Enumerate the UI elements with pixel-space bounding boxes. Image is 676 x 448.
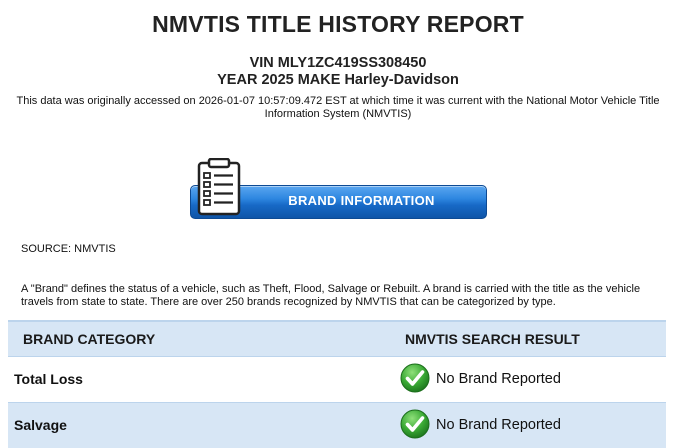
source-label: SOURCE: NMVTIS	[21, 243, 116, 255]
row-category: Total Loss	[14, 371, 83, 387]
clipboard-checklist-icon	[197, 158, 241, 216]
row-result: No Brand Reported	[436, 371, 561, 387]
brand-table-header: BRAND CATEGORY NMVTIS SEARCH RESULT	[8, 320, 666, 358]
table-row: Total Loss No Brand Reported	[8, 357, 666, 402]
row-category: Salvage	[14, 417, 67, 433]
access-note: This data was originally accessed on 202…	[16, 95, 660, 120]
vehicle-line: YEAR 2025 MAKE Harley-Davidson	[217, 72, 459, 88]
column-header-category: BRAND CATEGORY	[23, 331, 156, 347]
banner-label: BRAND INFORMATION	[288, 193, 435, 208]
table-row: Salvage No Brand Reported	[8, 402, 666, 448]
green-check-icon	[400, 363, 430, 393]
column-header-result: NMVTIS SEARCH RESULT	[405, 331, 580, 347]
brand-definition: A "Brand" defines the status of a vehicl…	[21, 283, 641, 308]
report-title: NMVTIS TITLE HISTORY REPORT	[152, 11, 524, 37]
green-check-icon	[400, 409, 430, 439]
vin-line: VIN MLY1ZC419SS308450	[249, 55, 427, 71]
row-result: No Brand Reported	[436, 417, 561, 433]
